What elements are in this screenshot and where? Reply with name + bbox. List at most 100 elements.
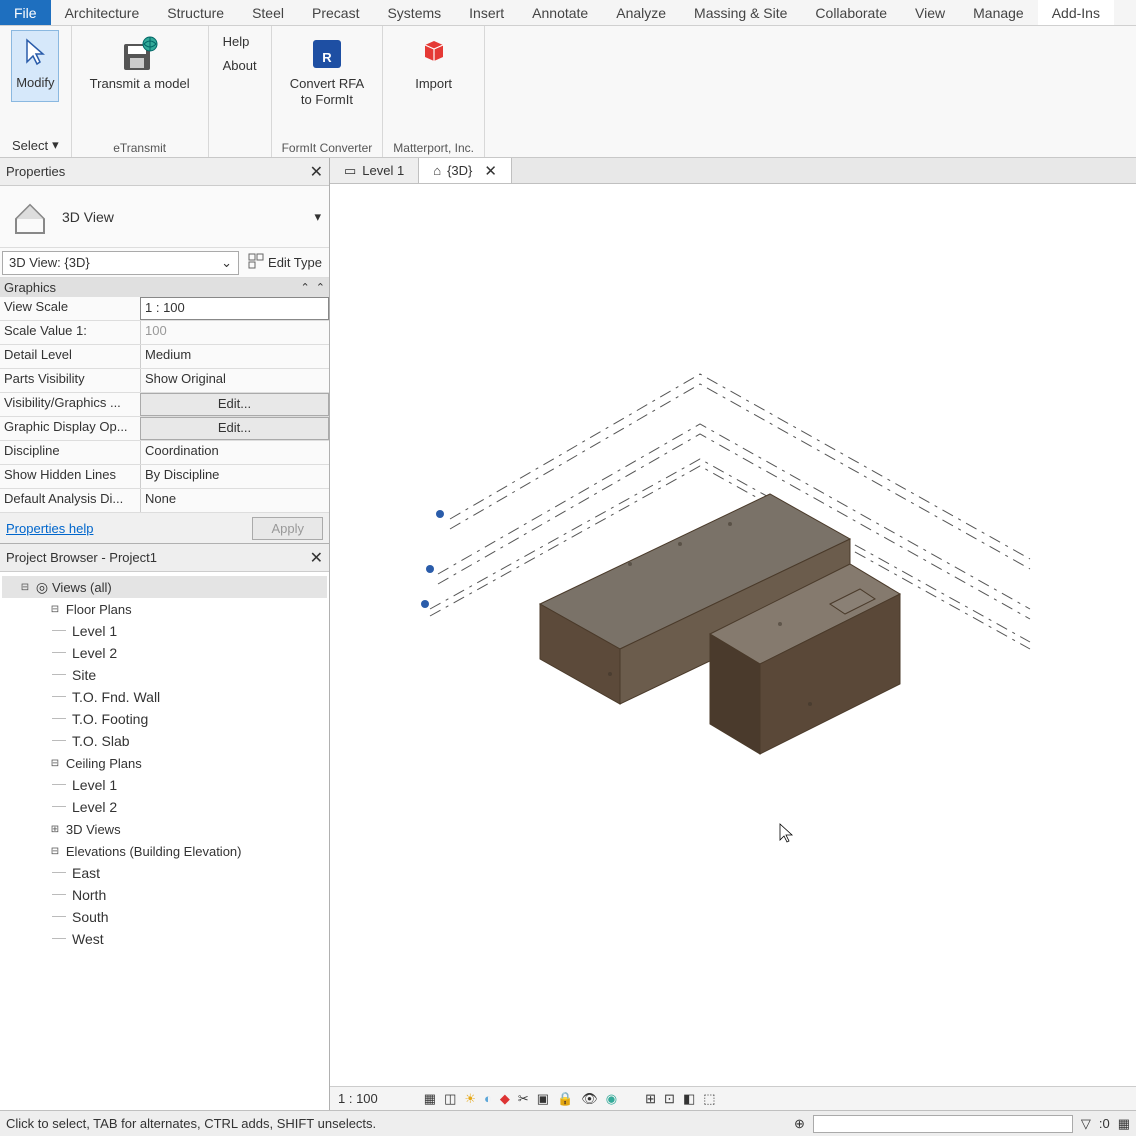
tree-views-all[interactable]: ⊟ ◎ Views (all) <box>2 576 327 598</box>
vb-sun-icon[interactable]: ☀ <box>464 1091 476 1107</box>
tree-level-2[interactable]: Level 2 <box>2 642 327 664</box>
import-button[interactable]: Import <box>407 32 460 96</box>
menu-annotate[interactable]: Annotate <box>518 0 602 25</box>
tab-level-1[interactable]: ▭ Level 1 <box>330 158 419 183</box>
tree-site[interactable]: Site <box>2 664 327 686</box>
browser-title: Project Browser - Project1 <box>6 550 157 565</box>
vb-highlight-icon[interactable]: ◧ <box>683 1091 695 1107</box>
floppy-globe-icon <box>122 36 158 72</box>
tree-floor-plans[interactable]: ⊟ Floor Plans <box>2 598 327 620</box>
transmit-model-button[interactable]: Transmit a model <box>82 32 198 96</box>
vb-model-icon[interactable]: ◫ <box>444 1091 456 1107</box>
edit-type-button[interactable]: Edit Type <box>241 250 329 276</box>
tree-south[interactable]: South <box>2 906 327 928</box>
vb-crop-region-icon[interactable]: ▣ <box>537 1091 549 1107</box>
tree-3d-views[interactable]: ⊞ 3D Views <box>2 818 327 840</box>
tab-3d[interactable]: ⌂ {3D} ✕ <box>419 158 512 183</box>
menu-precast[interactable]: Precast <box>298 0 373 25</box>
prop-scale-value-value: 100 <box>140 321 329 344</box>
vb-analytical-icon[interactable]: ⊞ <box>645 1091 656 1107</box>
transmit-label: Transmit a model <box>90 76 190 92</box>
tab-close-icon[interactable]: ✕ <box>484 162 497 180</box>
menu-architecture[interactable]: Architecture <box>51 0 154 25</box>
tree-level-1[interactable]: Level 1 <box>2 620 327 642</box>
apply-button[interactable]: Apply <box>252 517 323 540</box>
filter-icon[interactable]: ▽ <box>1081 1116 1091 1132</box>
menu-massing-site[interactable]: Massing & Site <box>680 0 801 25</box>
vb-lock-icon[interactable]: 🔒 <box>557 1091 573 1107</box>
prop-parts-visibility-name: Parts Visibility <box>0 369 140 392</box>
prop-view-scale-value[interactable]: 1 : 100 <box>140 297 329 320</box>
prop-detail-level-value[interactable]: Medium <box>140 345 329 368</box>
instance-selector-text: 3D View: {3D} <box>9 255 90 270</box>
worksets-icon[interactable]: ⊕ <box>794 1116 805 1132</box>
tree-to-slab[interactable]: T.O. Slab <box>2 730 327 752</box>
prop-graphic-display-button[interactable]: Edit... <box>140 417 329 440</box>
tree-elevations[interactable]: ⊟ Elevations (Building Elevation) <box>2 840 327 862</box>
vb-detail-icon[interactable]: ▦ <box>424 1091 436 1107</box>
vb-temporary-icon[interactable]: 👁 <box>581 1091 598 1107</box>
graphics-section-header[interactable]: Graphics ⌃ ⌃ <box>0 278 329 297</box>
status-input[interactable] <box>813 1115 1073 1133</box>
properties-grid: View Scale1 : 100 Scale Value 1:100 Deta… <box>0 297 329 513</box>
group-matterport-label: Matterport, Inc. <box>393 139 474 155</box>
type-selector[interactable]: 3D View ▾ <box>0 186 329 248</box>
menu-steel[interactable]: Steel <box>238 0 298 25</box>
menu-file[interactable]: File <box>0 0 51 25</box>
content-area: Properties ✕ 3D View ▾ 3D View: {3D} ⌄ <box>0 158 1136 1110</box>
menubar: File Architecture Structure Steel Precas… <box>0 0 1136 26</box>
tree-east[interactable]: East <box>2 862 327 884</box>
viewport[interactable] <box>330 184 1136 1086</box>
chevron-down-icon: ⌄ <box>221 255 232 271</box>
tree-ceiling-level-2[interactable]: Level 2 <box>2 796 327 818</box>
vb-shadows-icon[interactable]: ◐ <box>484 1091 492 1106</box>
tree-to-fnd-wall[interactable]: T.O. Fnd. Wall <box>2 686 327 708</box>
vb-displacement-icon[interactable]: ⬚ <box>703 1091 715 1107</box>
prop-detail-level-name: Detail Level <box>0 345 140 368</box>
vb-reveal-icon[interactable]: ◉ <box>606 1091 617 1107</box>
menu-view[interactable]: View <box>901 0 959 25</box>
edit-type-label: Edit Type <box>268 255 322 270</box>
revit-r-icon: R <box>309 36 345 72</box>
vb-crop-icon[interactable]: ✂ <box>518 1091 529 1107</box>
prop-scale-value-name: Scale Value 1: <box>0 321 140 344</box>
tree-ceiling-plans[interactable]: ⊟ Ceiling Plans <box>2 752 327 774</box>
vb-render-icon[interactable]: ◆ <box>500 1091 510 1107</box>
about-label: About <box>223 58 257 74</box>
prop-analysis-display-value[interactable]: None <box>140 489 329 512</box>
vb-constraints-icon[interactable]: ⊡ <box>664 1091 675 1107</box>
statusbar: Click to select, TAB for alternates, CTR… <box>0 1110 1136 1136</box>
prop-discipline-value[interactable]: Coordination <box>140 441 329 464</box>
menu-analyze[interactable]: Analyze <box>602 0 680 25</box>
properties-close-icon[interactable]: ✕ <box>310 162 323 182</box>
modify-button[interactable]: Modify <box>11 30 59 102</box>
convert-rfa-button[interactable]: R Convert RFA to FormIt <box>282 32 372 111</box>
tree-west[interactable]: West <box>2 928 327 950</box>
tree-to-footing[interactable]: T.O. Footing <box>2 708 327 730</box>
select-dropdown[interactable]: Select▾ <box>6 135 65 155</box>
prop-view-scale-name: View Scale <box>0 297 140 320</box>
tab-3d-label: {3D} <box>447 163 472 178</box>
menu-collaborate[interactable]: Collaborate <box>801 0 901 25</box>
prop-hidden-lines-value[interactable]: By Discipline <box>140 465 329 488</box>
menu-systems[interactable]: Systems <box>373 0 455 25</box>
properties-help-link[interactable]: Properties help <box>6 521 93 536</box>
instance-selector[interactable]: 3D View: {3D} ⌄ <box>2 251 239 275</box>
select-options-icon[interactable]: ▦ <box>1118 1116 1130 1132</box>
menu-structure[interactable]: Structure <box>153 0 238 25</box>
prop-visibility-graphics-button[interactable]: Edit... <box>140 393 329 416</box>
menu-insert[interactable]: Insert <box>455 0 518 25</box>
tree-ceiling-level-1[interactable]: Level 1 <box>2 774 327 796</box>
menu-manage[interactable]: Manage <box>959 0 1038 25</box>
view-scale-display[interactable]: 1 : 100 <box>338 1091 378 1106</box>
view-tabs: ▭ Level 1 ⌂ {3D} ✕ <box>330 158 1136 184</box>
convert-label: Convert RFA to FormIt <box>290 76 364 107</box>
tree-north[interactable]: North <box>2 884 327 906</box>
about-button[interactable]: About <box>219 56 261 76</box>
browser-close-icon[interactable]: ✕ <box>310 548 323 568</box>
chevron-down-icon: ▾ <box>314 209 321 225</box>
help-button[interactable]: Help <box>219 32 261 52</box>
import-label: Import <box>415 76 452 92</box>
menu-add-ins[interactable]: Add-Ins <box>1038 0 1114 25</box>
prop-parts-visibility-value[interactable]: Show Original <box>140 369 329 392</box>
